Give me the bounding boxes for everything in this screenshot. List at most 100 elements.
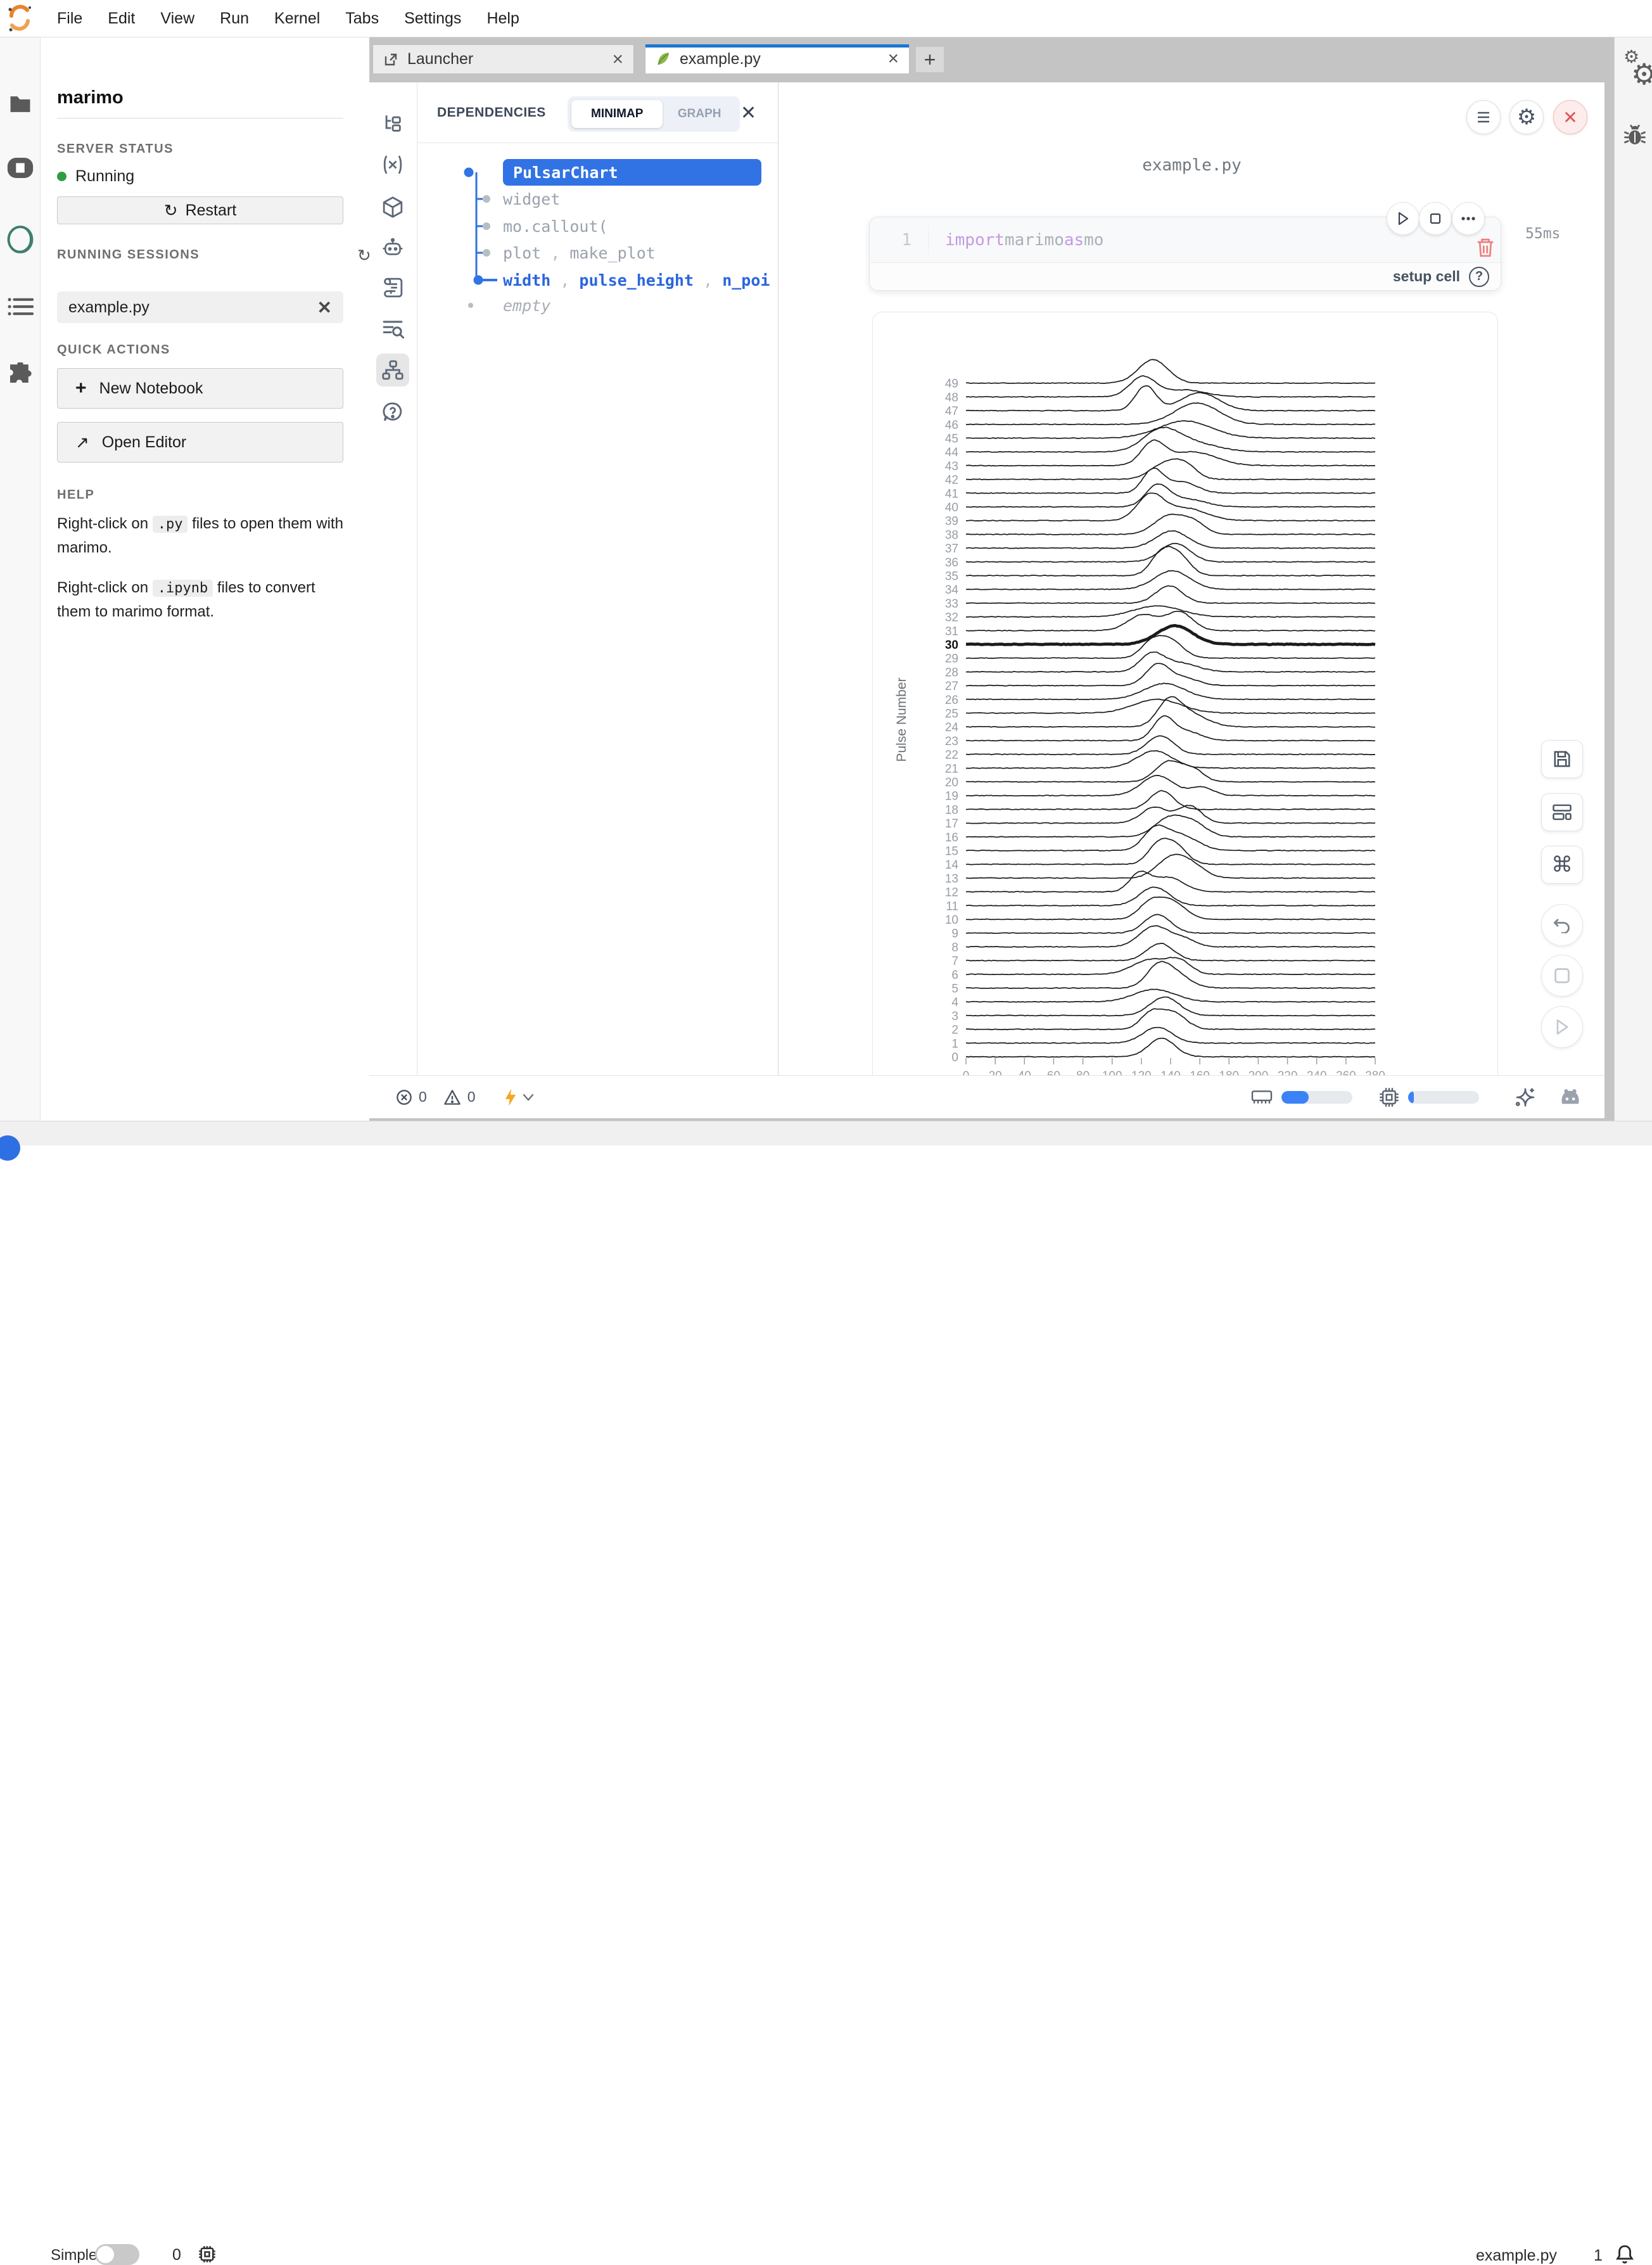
notebook-shutdown-button[interactable]: ✕ — [1553, 100, 1587, 134]
marimo-ring-icon[interactable] — [6, 224, 35, 255]
bell-icon[interactable] — [1614, 2243, 1636, 2265]
pulse-axis-label: 26 — [945, 694, 958, 707]
pulse-line-30[interactable] — [966, 625, 1375, 644]
tree-node[interactable]: empty — [503, 292, 550, 319]
running-sessions-icon[interactable] — [6, 155, 34, 181]
run-all-button[interactable] — [1541, 1006, 1583, 1048]
pulse-line-45 — [966, 421, 1375, 438]
pulse-axis-label: 5 — [951, 983, 958, 996]
play-icon — [1397, 212, 1409, 226]
help-line: Right-click on .ipynb files to convert t… — [57, 576, 343, 623]
chip-icon[interactable] — [198, 2245, 217, 2264]
file-extension-chip: .py — [153, 516, 188, 533]
simple-mode-toggle[interactable] — [95, 2244, 139, 2265]
debug-bug-icon[interactable] — [1623, 124, 1646, 147]
notebook-menu-button[interactable] — [1466, 100, 1501, 134]
command-palette-button[interactable]: ⌘ — [1541, 846, 1583, 884]
pulse-axis-label: 15 — [945, 845, 958, 858]
errors-indicator[interactable]: 0 — [396, 1088, 427, 1106]
pulse-axis-label: 31 — [945, 625, 958, 638]
pulse-axis-label: 4 — [951, 996, 958, 1009]
menu-item-view[interactable]: View — [148, 10, 207, 28]
menu-item-tabs[interactable]: Tabs — [333, 10, 391, 28]
warnings-indicator[interactable]: 0 — [443, 1088, 476, 1106]
pulse-axis-label: 2 — [951, 1024, 958, 1037]
save-button[interactable] — [1541, 740, 1583, 778]
right-activity-bar: ⚙ ⚙ — [1614, 37, 1652, 1121]
close-tab-icon[interactable]: × — [887, 49, 899, 68]
ai-sparkle-icon[interactable] — [1515, 1087, 1536, 1108]
tree-node-text: width — [503, 271, 550, 290]
tab-bar: Launcher × example.py × + — [369, 44, 1604, 74]
hamburger-icon — [1476, 111, 1491, 124]
cpu-usage-meter — [1408, 1091, 1479, 1104]
session-row[interactable]: example.py ✕ — [57, 291, 343, 323]
new-notebook-button[interactable]: + New Notebook — [57, 368, 343, 409]
pulse-axis-label: 24 — [945, 721, 959, 734]
interrupt-button[interactable] — [1541, 955, 1583, 997]
run-cell-button[interactable] — [1387, 202, 1420, 235]
tree-node-text: plot — [503, 244, 541, 262]
status-dot-icon — [57, 172, 67, 181]
cell-code[interactable]: import marimo as mo — [928, 226, 1103, 255]
open-editor-button[interactable]: ↗ Open Editor — [57, 422, 343, 463]
pulse-line-46 — [966, 403, 1375, 424]
autorun-control[interactable] — [504, 1088, 534, 1107]
settings-gears-icon[interactable]: ⚙ — [1631, 60, 1652, 89]
pulse-axis-label: 48 — [945, 391, 958, 404]
statusbar-filename[interactable]: example.py — [1476, 2247, 1557, 2265]
pulse-line-43 — [966, 440, 1375, 466]
tree-node-selected[interactable]: PulsarChart — [503, 159, 761, 186]
pulse-line-25 — [966, 699, 1375, 714]
menu-item-run[interactable]: Run — [207, 10, 262, 28]
pulse-axis-label: 38 — [945, 528, 958, 542]
menu-item-help[interactable]: Help — [474, 10, 531, 28]
menu-item-kernel[interactable]: Kernel — [262, 10, 333, 28]
notebook-settings-button[interactable]: ⚙ — [1509, 100, 1544, 134]
pulse-line-9 — [966, 914, 1375, 933]
stop-icon — [1554, 967, 1570, 984]
close-tab-icon[interactable]: × — [612, 50, 623, 69]
new-tab-button[interactable]: + — [916, 47, 944, 72]
ellipsis-icon — [1461, 217, 1476, 220]
table-of-contents-icon[interactable] — [7, 297, 34, 317]
pulse-line-13 — [966, 855, 1375, 879]
stop-cell-button[interactable] — [1419, 202, 1452, 235]
undo-button[interactable] — [1541, 904, 1583, 946]
extensions-icon[interactable] — [7, 362, 34, 388]
tree-node[interactable]: mo.callout( — [503, 213, 608, 239]
tree-node-text: n_poi — [722, 271, 770, 290]
menu-item-edit[interactable]: Edit — [95, 10, 148, 28]
setup-help-icon[interactable]: ? — [1469, 267, 1489, 287]
layout-icon — [1552, 803, 1572, 821]
marimo-leaf-icon — [656, 51, 671, 67]
pulse-axis-label: 43 — [945, 460, 958, 473]
close-session-icon[interactable]: ✕ — [317, 297, 332, 318]
pulse-axis-label: 17 — [945, 817, 958, 831]
tree-node[interactable]: width , pulse_height , n_poi — [503, 267, 770, 293]
tab-launcher[interactable]: Launcher × — [372, 44, 634, 74]
kernel-count: 0 — [172, 2246, 181, 2264]
delete-cell-icon[interactable] — [1476, 237, 1495, 258]
folder-icon[interactable] — [8, 93, 32, 114]
x-tick-label: 80 — [1076, 1069, 1090, 1075]
pulse-axis-label: 23 — [945, 735, 958, 748]
launcher-icon — [383, 52, 398, 67]
x-tick-label: 100 — [1102, 1069, 1122, 1075]
pulse-axis-label: 19 — [945, 790, 958, 803]
menu-item-file[interactable]: File — [44, 10, 95, 28]
main-panel: DEPENDENCIES MINIMAP GRAPH ✕ PulsarChart… — [369, 82, 1604, 1118]
running-sessions-heading: RUNNING SESSIONS — [57, 248, 343, 262]
server-status-heading: SERVER STATUS — [57, 142, 343, 156]
tree-node[interactable]: plot , make_plot — [503, 239, 656, 266]
y-axis-label: Pulse Number — [894, 677, 909, 762]
cell-more-actions-button[interactable] — [1452, 202, 1485, 235]
restart-button[interactable]: ↻ Restart — [57, 196, 343, 224]
tab-example-py[interactable]: example.py × — [645, 44, 910, 74]
restart-icon: ↻ — [164, 201, 178, 220]
play-icon — [1554, 1019, 1570, 1035]
menu-item-settings[interactable]: Settings — [391, 10, 474, 28]
layout-button[interactable] — [1541, 793, 1583, 831]
tree-node[interactable]: widget — [503, 186, 560, 212]
marimo-assistant-icon[interactable] — [1559, 1087, 1582, 1107]
